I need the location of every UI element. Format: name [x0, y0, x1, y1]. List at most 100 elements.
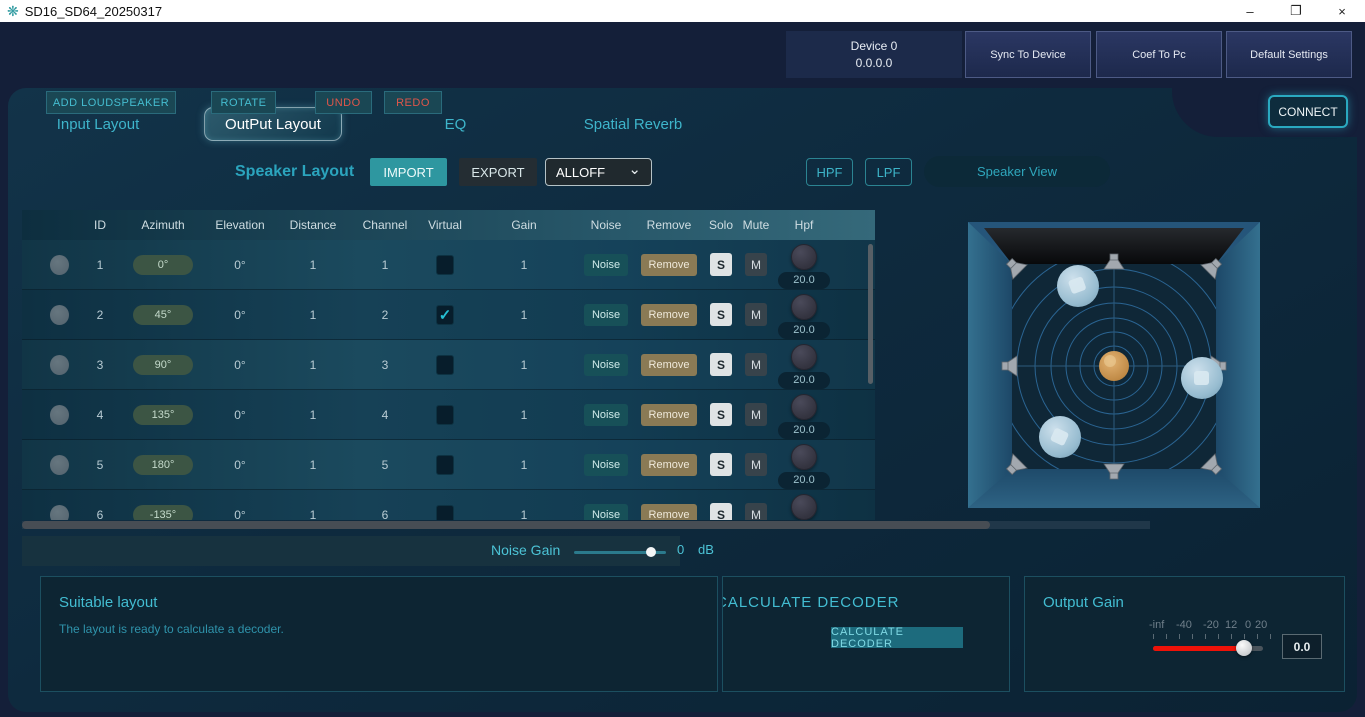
hpf-knob[interactable] [791, 244, 817, 270]
cell-gain[interactable]: 1 [470, 308, 578, 322]
sync-to-device-button[interactable]: Sync To Device [965, 31, 1091, 78]
azimuth-field[interactable]: 0° [133, 255, 193, 275]
mute-button[interactable]: M [745, 253, 767, 276]
azimuth-field[interactable]: 180° [133, 455, 193, 475]
cell-distance[interactable]: 1 [276, 508, 350, 521]
speaker-view-button[interactable]: Speaker View [924, 156, 1110, 187]
cell-channel[interactable]: 4 [350, 408, 420, 422]
cell-gain[interactable]: 1 [470, 458, 578, 472]
status-led [50, 305, 69, 325]
default-settings-button[interactable]: Default Settings [1226, 31, 1352, 78]
cell-channel[interactable]: 6 [350, 508, 420, 521]
azimuth-field[interactable]: 135° [133, 405, 193, 425]
solo-button[interactable]: S [710, 353, 732, 376]
solo-button[interactable]: S [710, 503, 732, 520]
virtual-checkbox[interactable] [436, 455, 454, 475]
remove-button[interactable]: Remove [641, 354, 697, 376]
remove-button[interactable]: Remove [641, 404, 697, 426]
mute-button[interactable]: M [745, 303, 767, 326]
hpf-knob[interactable] [791, 494, 817, 520]
azimuth-field[interactable]: -135° [133, 505, 193, 521]
mute-button[interactable]: M [745, 503, 767, 520]
hpf-knob[interactable] [791, 344, 817, 370]
table-horizontal-scrollbar[interactable] [22, 521, 1150, 529]
remove-button[interactable]: Remove [641, 504, 697, 521]
cell-distance[interactable]: 1 [276, 408, 350, 422]
cell-elevation[interactable]: 0° [204, 508, 276, 521]
undo-button[interactable]: UNDO [315, 91, 372, 114]
output-gain-slider-thumb[interactable] [1236, 640, 1252, 656]
noise-button[interactable]: Noise [584, 404, 628, 426]
noise-button[interactable]: Noise [584, 504, 628, 521]
connect-button[interactable]: CONNECT [1268, 95, 1348, 128]
export-button[interactable]: EXPORT [459, 158, 537, 186]
device-selector[interactable]: Device 0 0.0.0.0 [786, 31, 962, 78]
cell-channel[interactable]: 1 [350, 258, 420, 272]
solo-button[interactable]: S [710, 303, 732, 326]
azimuth-field[interactable]: 90° [133, 355, 193, 375]
cell-elevation[interactable]: 0° [204, 458, 276, 472]
noise-button[interactable]: Noise [584, 454, 628, 476]
hpf-toggle-button[interactable]: HPF [806, 158, 853, 186]
filter-dropdown[interactable]: ALLOFF ⌄ [545, 158, 652, 186]
cell-elevation[interactable]: 0° [204, 258, 276, 272]
cell-distance[interactable]: 1 [276, 258, 350, 272]
noise-button[interactable]: Noise [584, 254, 628, 276]
cell-elevation[interactable]: 0° [204, 408, 276, 422]
cell-distance[interactable]: 1 [276, 308, 350, 322]
virtual-checkbox[interactable] [436, 355, 454, 375]
virtual-checkbox[interactable] [436, 405, 454, 425]
output-gain-slider[interactable] [1153, 646, 1263, 651]
minimize-icon[interactable]: – [1227, 0, 1273, 22]
hpf-value: 20.0 [778, 322, 830, 339]
azimuth-field[interactable]: 45° [133, 305, 193, 325]
mute-button[interactable]: M [745, 353, 767, 376]
close-icon[interactable]: × [1319, 0, 1365, 22]
redo-button[interactable]: REDO [384, 91, 442, 114]
cell-channel[interactable]: 2 [350, 308, 420, 322]
cell-elevation[interactable]: 0° [204, 308, 276, 322]
noise-button[interactable]: Noise [584, 304, 628, 326]
table-vertical-scrollbar[interactable] [868, 244, 873, 384]
table-row: 2 45° 0° 1 2 ✓ 1 Noise Remove S M 20.0 2… [22, 290, 875, 340]
coef-to-pc-button[interactable]: Coef To Pc [1096, 31, 1222, 78]
virtual-checkbox[interactable] [436, 255, 454, 275]
solo-button[interactable]: S [710, 453, 732, 476]
remove-button[interactable]: Remove [641, 454, 697, 476]
virtual-checkbox[interactable]: ✓ [436, 305, 454, 325]
solo-button[interactable]: S [710, 253, 732, 276]
noise-gain-slider-thumb[interactable] [646, 547, 656, 557]
calculate-decoder-button[interactable]: CALCULATE DECODER [831, 627, 963, 648]
mute-button[interactable]: M [745, 403, 767, 426]
noise-button[interactable]: Noise [584, 354, 628, 376]
noise-gain-slider[interactable] [574, 551, 666, 554]
tab-spatial-reverb[interactable]: Spatial Reverb [533, 116, 733, 133]
hpf-knob[interactable] [791, 294, 817, 320]
lpf-toggle-button[interactable]: LPF [865, 158, 912, 186]
remove-button[interactable]: Remove [641, 254, 697, 276]
cell-gain[interactable]: 1 [470, 508, 578, 521]
mute-button[interactable]: M [745, 453, 767, 476]
solo-button[interactable]: S [710, 403, 732, 426]
restore-icon[interactable]: ❐ [1273, 0, 1319, 22]
cell-channel[interactable]: 3 [350, 358, 420, 372]
cell-gain[interactable]: 1 [470, 358, 578, 372]
window-title: SD16_SD64_20250317 [25, 4, 162, 19]
hpf-knob[interactable] [791, 444, 817, 470]
speaker-room-view[interactable] [968, 222, 1260, 509]
cell-gain[interactable]: 1 [470, 258, 578, 272]
cell-distance[interactable]: 1 [276, 458, 350, 472]
hpf-knob[interactable] [791, 394, 817, 420]
remove-button[interactable]: Remove [641, 304, 697, 326]
cell-distance[interactable]: 1 [276, 358, 350, 372]
cell-gain[interactable]: 1 [470, 408, 578, 422]
virtual-checkbox[interactable] [436, 505, 454, 521]
tab-eq[interactable]: EQ [378, 116, 533, 133]
cell-channel[interactable]: 5 [350, 458, 420, 472]
rotate-button[interactable]: ROTATE [211, 91, 276, 114]
import-button[interactable]: IMPORT [370, 158, 447, 186]
add-loudspeaker-button[interactable]: ADD LOUDSPEAKER [46, 91, 176, 114]
tab-input-layout[interactable]: Input Layout [28, 116, 168, 133]
scrollbar-thumb[interactable] [22, 521, 990, 529]
cell-elevation[interactable]: 0° [204, 358, 276, 372]
